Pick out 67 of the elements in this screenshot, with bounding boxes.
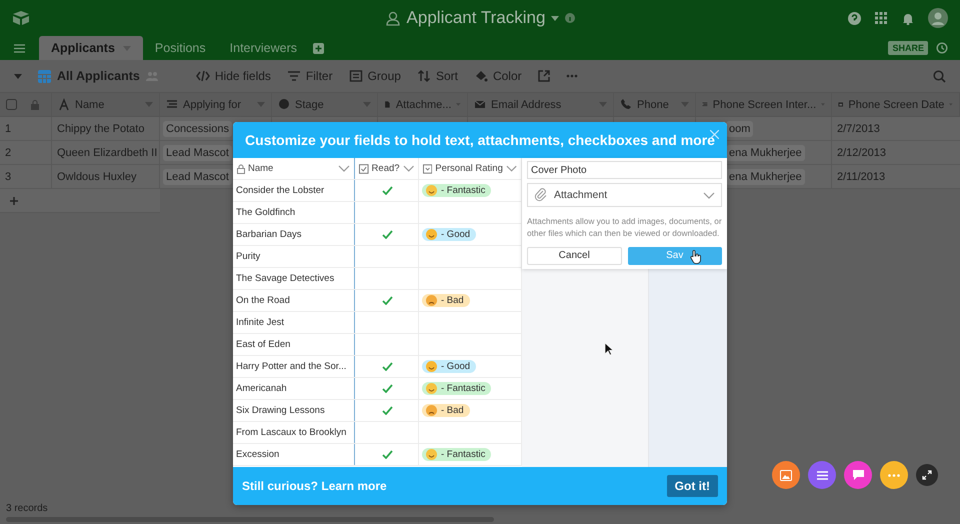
toolbar-button[interactable]: Filter [286,69,333,83]
column-header[interactable]: Email Address [468,93,614,117]
footer-text: Still curious? Learn more [242,479,388,493]
book-title: Excession [236,449,280,460]
toolbar-button[interactable]: Sort [416,69,458,83]
rating-tag: - Good [422,360,476,373]
rating-tag: - Fantastic [422,184,492,197]
book-title: Infinite Jest [236,317,284,328]
book-title: East of Eden [236,339,290,350]
rating-tag: - Bad [422,404,470,417]
base-title: Applicant Tracking [406,8,546,28]
column-header[interactable]: Stage [272,93,378,117]
field-name-input[interactable]: Cover Photo [527,161,722,179]
field-type-dropdown[interactable]: Attachment [527,183,722,207]
table-cell: 2/7/2013 [837,122,880,134]
interviewer-chip: oom [726,120,754,136]
row-number: 1 [5,122,12,134]
rating-tag: - Fantastic [422,382,492,395]
table-cell: Queen Elizardbeth II [57,146,158,158]
book-title: The Savage Detectives [236,273,334,284]
table-cell: 2/11/2013 [837,170,886,182]
rating-tag: - Fantastic [422,448,492,461]
tab[interactable]: Applicants [39,36,143,60]
column-header[interactable]: Phone [614,93,696,117]
column-header[interactable]: Name [233,158,354,179]
column-header[interactable]: Read? [355,158,418,179]
view-name[interactable]: All Applicants [57,69,140,83]
position-chip: Lead Mascot [163,168,232,184]
book-title: Purity [236,251,260,262]
column-header[interactable]: Phone Screen Inter... [696,93,832,117]
rating-tag: - Bad [422,294,470,307]
toolbar-button[interactable]: Hide fields [196,69,271,83]
book-title: Americanah [236,383,287,394]
column-header[interactable]: Personal Rating [419,158,521,179]
book-title: On the Road [236,295,290,306]
column-header[interactable]: Phone Screen Date [832,93,960,117]
column-header[interactable]: Applying for [160,93,272,117]
table-cell: Chippy the Potato [57,122,144,134]
record-count: 3 records [5,503,48,514]
table-cell: 2/12/2013 [837,146,886,158]
share-badge[interactable]: SHARE [888,41,928,55]
book-title: Consider the Lobster [236,185,324,196]
row-number: 2 [5,146,12,158]
position-chip: Lead Mascot [163,144,232,160]
dialog-title: Customize your fields to hold text, attachments, checkboxes and more [245,132,715,148]
save-button[interactable]: Sav [628,246,722,265]
book-title: Harry Potter and the Sor... [236,361,346,372]
learn-more-link[interactable]: Learn more [321,479,387,493]
position-chip: Concessions [163,120,232,136]
row-number: 3 [5,170,12,182]
interviewer-chip: ena Mukherjee [726,168,805,184]
book-title: The Goldfinch [236,207,296,218]
help-text: Attachments allow you to add images, documents, or other files which can then be viewed or downloaded. [527,215,722,240]
table-cell: Owldous Huxley [57,170,136,182]
toolbar-button[interactable]: Color [474,69,522,83]
column-header[interactable]: Name [52,93,160,117]
book-title: Barbarian Days [236,229,302,240]
rating-tag: - Good [422,228,476,241]
tab[interactable]: Positions [142,36,218,60]
cancel-button[interactable]: Cancel [527,246,622,265]
tab[interactable]: Interviewers [218,36,310,60]
got-it-button[interactable]: Got it! [666,475,718,497]
toolbar-button[interactable]: Group [348,69,401,83]
book-title: From Lascaux to Brooklyn [236,427,346,438]
interviewer-chip: ena Mukherjee [726,144,805,160]
column-header[interactable]: Attachme... [378,93,468,117]
book-title: Six Drawing Lessons [236,405,325,416]
